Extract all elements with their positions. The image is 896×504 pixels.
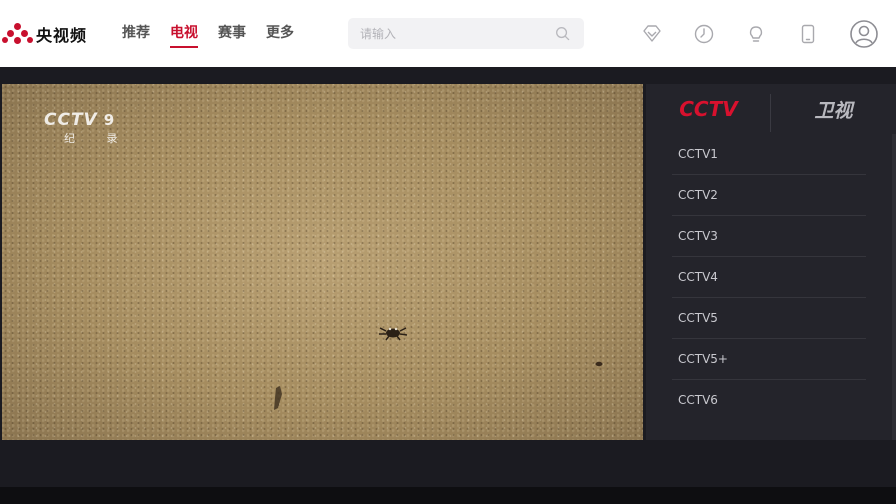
search-input[interactable] bbox=[360, 18, 550, 49]
crab-figure bbox=[379, 327, 408, 341]
tab-divider bbox=[770, 94, 771, 132]
channel-watermark-brand: CCTV bbox=[44, 110, 98, 130]
nav-tab-more[interactable]: 更多 bbox=[266, 22, 294, 48]
logo-mark-icon bbox=[2, 22, 34, 46]
channel-item-cctv1[interactable]: CCTV1 bbox=[672, 134, 866, 175]
nav-tab-tv[interactable]: 电视 bbox=[170, 22, 198, 48]
channel-list: CCTV1 CCTV2 CCTV3 CCTV4 CCTV5 CCTV5+ CCT… bbox=[672, 134, 866, 421]
tab-satellite-label: 卫视 bbox=[814, 99, 853, 122]
channel-item-cctv5[interactable]: CCTV5 bbox=[672, 298, 866, 339]
app-logo[interactable]: 央视频 bbox=[2, 22, 87, 46]
channel-item-cctv5plus[interactable]: CCTV5+ bbox=[672, 339, 866, 380]
video-player[interactable]: CCTV 9 纪 录 bbox=[2, 84, 643, 440]
user-avatar-icon[interactable] bbox=[849, 19, 879, 49]
top-bar: 央视频 推荐 电视 赛事 更多 bbox=[0, 0, 896, 67]
history-clock-icon[interactable] bbox=[692, 22, 716, 46]
channel-item-cctv3[interactable]: CCTV3 bbox=[672, 216, 866, 257]
channel-item-cctv2[interactable]: CCTV2 bbox=[672, 175, 866, 216]
channel-tabs: CCTV 卫视 bbox=[646, 84, 896, 134]
main-nav: 推荐 电视 赛事 更多 bbox=[122, 22, 294, 48]
tab-cctv[interactable]: CCTV bbox=[646, 84, 771, 134]
phone-icon[interactable] bbox=[796, 22, 820, 46]
nav-tab-events[interactable]: 赛事 bbox=[218, 22, 246, 48]
channel-item-cctv6[interactable]: CCTV6 bbox=[672, 380, 866, 421]
vip-diamond-icon[interactable] bbox=[640, 22, 664, 46]
channel-watermark: CCTV 9 纪 录 bbox=[44, 110, 132, 146]
crab-shadow-figure bbox=[274, 386, 282, 410]
channel-list-scrollbar[interactable] bbox=[892, 134, 896, 440]
channel-panel: CCTV 卫视 CCTV1 CCTV2 CCTV3 CCTV4 CCTV5 CC… bbox=[646, 84, 896, 440]
sand-speck bbox=[595, 361, 603, 367]
channel-watermark-sub: 纪 录 bbox=[64, 132, 132, 145]
search-box bbox=[348, 18, 584, 49]
tab-satellite[interactable]: 卫视 bbox=[771, 84, 896, 134]
bottom-strip bbox=[0, 487, 896, 504]
app-name: 央视频 bbox=[36, 26, 88, 45]
channel-watermark-number: 9 bbox=[103, 111, 115, 129]
lightbulb-icon[interactable] bbox=[744, 22, 768, 46]
nav-tab-recommend[interactable]: 推荐 bbox=[122, 22, 150, 48]
tab-cctv-label: CCTV bbox=[679, 97, 738, 121]
search-icon[interactable] bbox=[555, 26, 570, 41]
channel-item-cctv4[interactable]: CCTV4 bbox=[672, 257, 866, 298]
